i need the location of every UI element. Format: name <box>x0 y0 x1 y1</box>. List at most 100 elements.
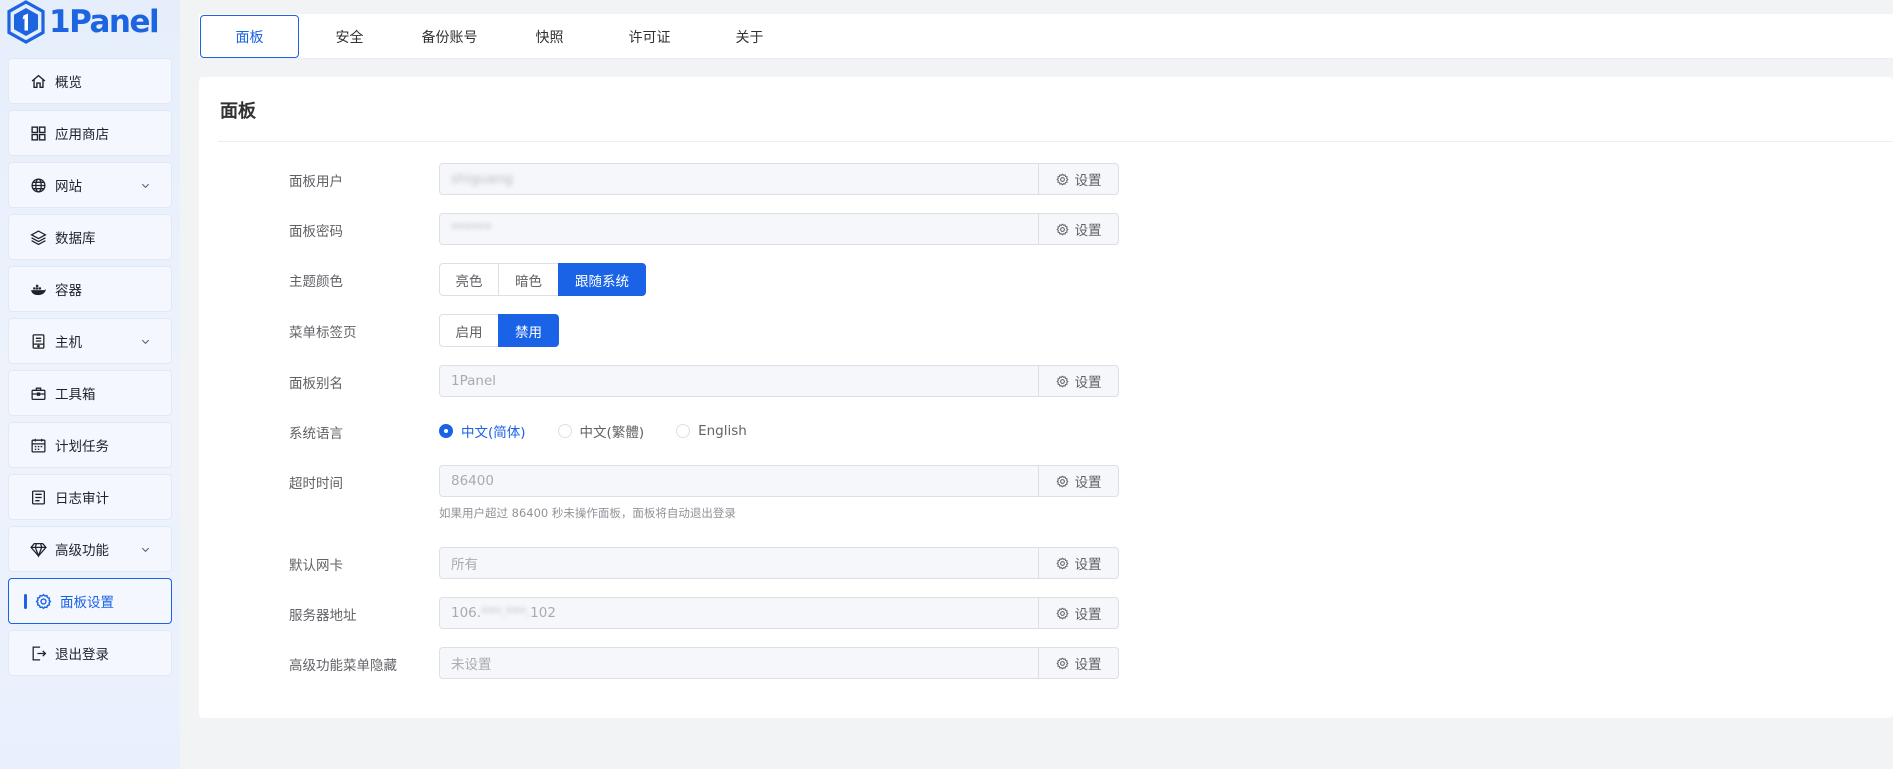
menu-tabs-enable-option[interactable]: 启用 <box>439 314 499 347</box>
gear-icon <box>1056 222 1069 236</box>
chevron-down-icon <box>141 547 150 553</box>
sidebar-item-label: 概览 <box>55 75 82 91</box>
language-label: 系统语言 <box>289 426 343 442</box>
language-radio-group: 中文(简体) 中文(繁體) English <box>439 421 779 441</box>
gear-icon <box>1056 172 1069 186</box>
chevron-down-icon <box>141 339 150 345</box>
radio-label: 中文(繁體) <box>579 425 645 441</box>
server-address-set-button[interactable]: 设置 <box>1038 597 1119 629</box>
tab-security[interactable]: 安全 <box>300 16 399 57</box>
panel-password-field[interactable]: ****** <box>439 213 1039 245</box>
set-label: 设置 <box>1074 607 1102 623</box>
language-en-radio[interactable]: English <box>676 423 747 439</box>
diamond-icon <box>30 542 47 558</box>
sidebar-item-host[interactable]: 主机 <box>8 318 172 364</box>
timeout-set-button[interactable]: 设置 <box>1038 465 1119 497</box>
server-address-field[interactable]: 106. ***.***. 102 <box>439 597 1039 629</box>
theme-label: 主题颜色 <box>289 274 343 290</box>
timeout-hint: 如果用户超过 86400 秒未操作面板，面板将自动退出登录 <box>439 506 736 520</box>
sidebar-item-label: 数据库 <box>55 231 96 247</box>
advanced-menu-hide-group: 未设置 设置 <box>439 647 1119 679</box>
sidebar: 1Panel 概览 应用商店 网站 数据库 容器 主机 工具箱 计划任务 日志审… <box>0 0 180 769</box>
radio-label: English <box>698 423 747 439</box>
sidebar-item-container[interactable]: 容器 <box>8 266 172 312</box>
sidebar-item-label: 退出登录 <box>55 647 109 663</box>
set-label: 设置 <box>1074 657 1102 673</box>
panel-settings-card: 面板 面板用户 shiguang 设置 面板密码 ****** 设置 主题颜色 … <box>199 77 1893 718</box>
nic-field[interactable]: 所有 <box>439 547 1039 579</box>
radio-dot <box>439 424 453 438</box>
panel-password-set-button[interactable]: 设置 <box>1038 213 1119 245</box>
sidebar-item-log-audit[interactable]: 日志审计 <box>8 474 172 520</box>
nic-label: 默认网卡 <box>289 558 343 574</box>
sidebar-item-panel-settings[interactable]: 面板设置 <box>8 578 172 624</box>
sidebar-item-label: 高级功能 <box>55 543 109 559</box>
panel-user-value: shiguang <box>451 171 513 187</box>
language-zh-tw-radio[interactable]: 中文(繁體) <box>557 421 645 441</box>
theme-system-option[interactable]: 跟随系统 <box>558 263 646 296</box>
server-address-suffix: 102 <box>530 605 556 621</box>
nic-set-button[interactable]: 设置 <box>1038 547 1119 579</box>
sidebar-item-label: 主机 <box>55 335 82 351</box>
timeout-field[interactable]: 86400 <box>439 465 1039 497</box>
panel-alias-set-button[interactable]: 设置 <box>1038 365 1119 397</box>
tab-panel[interactable]: 面板 <box>200 15 299 58</box>
globe-icon <box>31 177 46 193</box>
sidebar-item-label: 网站 <box>55 179 82 195</box>
menu-tabs-segmented: 启用 禁用 <box>439 314 559 347</box>
log-icon <box>32 489 45 505</box>
tab-snapshot[interactable]: 快照 <box>500 16 599 57</box>
active-indicator <box>24 593 27 609</box>
sidebar-item-cron[interactable]: 计划任务 <box>8 422 172 468</box>
menu-tabs-disable-option[interactable]: 禁用 <box>498 314 559 347</box>
panel-alias-field[interactable]: 1Panel <box>439 365 1039 397</box>
sidebar-item-app-store[interactable]: 应用商店 <box>8 110 172 156</box>
page-title: 面板 <box>220 101 256 122</box>
theme-light-option[interactable]: 亮色 <box>439 263 499 296</box>
advanced-menu-hide-field[interactable]: 未设置 <box>439 647 1039 679</box>
advanced-menu-hide-set-button[interactable]: 设置 <box>1038 647 1119 679</box>
panel-password-group: ****** 设置 <box>439 213 1119 245</box>
panel-password-value: ****** <box>451 221 492 237</box>
sidebar-item-logout[interactable]: 退出登录 <box>8 630 172 676</box>
sidebar-item-label: 应用商店 <box>55 127 109 143</box>
panel-user-field[interactable]: shiguang <box>439 163 1039 195</box>
divider <box>218 141 1893 142</box>
gear-icon <box>1056 374 1069 388</box>
panel-user-label: 面板用户 <box>289 174 343 190</box>
sidebar-item-website[interactable]: 网站 <box>8 162 172 208</box>
server-address-masked: ***.***. <box>481 605 531 621</box>
sidebar-item-toolbox[interactable]: 工具箱 <box>8 370 172 416</box>
logo[interactable]: 1Panel <box>6 0 160 44</box>
layers-icon <box>30 229 47 245</box>
sidebar-item-label: 工具箱 <box>55 387 96 403</box>
server-icon <box>32 333 45 349</box>
timeout-group: 86400 设置 <box>439 465 1119 497</box>
server-address-group: 106. ***.***. 102 设置 <box>439 597 1119 629</box>
nic-group: 所有 设置 <box>439 547 1119 579</box>
gear-icon <box>1056 556 1069 570</box>
tab-backup-account[interactable]: 备份账号 <box>400 16 499 57</box>
server-address-label: 服务器地址 <box>289 608 357 624</box>
panel-alias-group: 1Panel 设置 <box>439 365 1119 397</box>
sidebar-item-advanced[interactable]: 高级功能 <box>8 526 172 572</box>
sidebar-item-overview[interactable]: 概览 <box>8 58 172 104</box>
gear-icon <box>1056 474 1069 488</box>
sidebar-item-label: 面板设置 <box>60 595 114 611</box>
gear-icon <box>35 593 52 609</box>
panel-alias-label: 面板别名 <box>289 376 343 392</box>
sidebar-item-database[interactable]: 数据库 <box>8 214 172 260</box>
advanced-menu-hide-label: 高级功能菜单隐藏 <box>289 658 397 674</box>
apps-icon <box>31 125 46 141</box>
tab-about[interactable]: 关于 <box>700 16 799 57</box>
menu-tabs-label: 菜单标签页 <box>289 325 357 341</box>
calendar-icon <box>31 438 46 453</box>
language-zh-cn-radio[interactable]: 中文(简体) <box>439 421 526 441</box>
radio-label: 中文(简体) <box>461 425 526 441</box>
tab-license[interactable]: 许可证 <box>600 16 699 57</box>
set-label: 设置 <box>1074 557 1102 573</box>
gear-icon <box>1056 656 1069 670</box>
settings-tabs: 面板 安全 备份账号 快照 许可证 关于 <box>199 14 1893 59</box>
panel-user-set-button[interactable]: 设置 <box>1038 163 1119 195</box>
theme-dark-option[interactable]: 暗色 <box>498 263 559 296</box>
